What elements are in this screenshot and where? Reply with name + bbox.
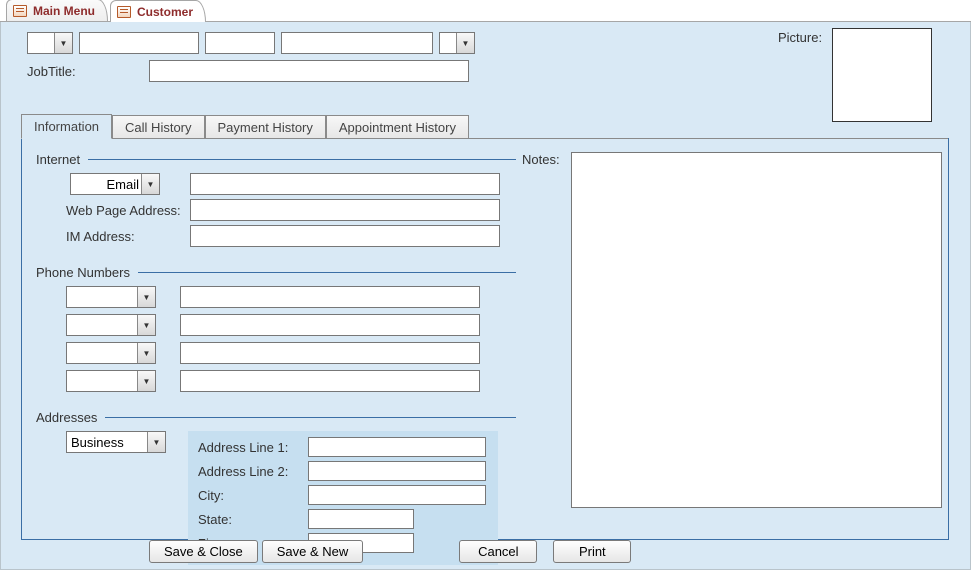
tab-body-information: Internet ▼ Web P [21, 138, 949, 540]
address-type-combo[interactable]: ▼ [66, 431, 166, 453]
email-type-field[interactable] [70, 173, 160, 195]
phone-row-2: ▼ [36, 314, 516, 336]
prefix-combo[interactable]: ▼ [27, 32, 73, 54]
tab-information[interactable]: Information [21, 114, 112, 139]
middle-name-field[interactable] [205, 32, 275, 54]
phone-number-field[interactable] [180, 370, 480, 392]
city-field[interactable] [308, 485, 486, 505]
tab-appointment-history-label: Appointment History [339, 120, 456, 135]
save-new-label: Save & New [277, 544, 349, 559]
customer-tab-control: Information Call History Payment History… [21, 112, 949, 540]
phone-header: Phone Numbers [36, 265, 130, 280]
internet-section: Internet ▼ Web P [36, 152, 516, 247]
save-close-label: Save & Close [164, 544, 243, 559]
address-line2-label: Address Line 2: [198, 464, 308, 479]
tab-payment-history[interactable]: Payment History [205, 115, 326, 139]
form-icon [117, 6, 131, 18]
divider [138, 272, 516, 273]
prefix-field[interactable] [27, 32, 73, 54]
tab-call-history-label: Call History [125, 120, 191, 135]
print-label: Print [579, 544, 606, 559]
notes-field[interactable] [571, 152, 942, 508]
divider [105, 417, 516, 418]
im-address-field[interactable] [190, 225, 500, 247]
suffix-combo[interactable]: ▼ [439, 32, 475, 54]
phone-type-field[interactable] [66, 370, 156, 392]
im-address-label: IM Address: [36, 229, 186, 244]
phone-section: Phone Numbers ▼ ▼ [36, 265, 516, 392]
divider [88, 159, 516, 160]
city-label: City: [198, 488, 308, 503]
phone-row-4: ▼ [36, 370, 516, 392]
tab-call-history[interactable]: Call History [112, 115, 204, 139]
phone-number-field[interactable] [180, 342, 480, 364]
address-line1-field[interactable] [308, 437, 486, 457]
web-page-label: Web Page Address: [36, 203, 186, 218]
name-fields: ▼ ▼ JobTitle: [27, 32, 487, 82]
jobtitle-field[interactable] [149, 60, 469, 82]
tab-customer[interactable]: Customer [110, 0, 206, 22]
phone-type-combo[interactable]: ▼ [66, 342, 156, 364]
tab-customer-label: Customer [137, 2, 193, 22]
cancel-label: Cancel [478, 544, 518, 559]
address-header: Addresses [36, 410, 97, 425]
tab-appointment-history[interactable]: Appointment History [326, 115, 469, 139]
tab-strip: Information Call History Payment History… [21, 112, 949, 138]
phone-type-field[interactable] [66, 314, 156, 336]
form-icon [13, 5, 27, 17]
state-label: State: [198, 512, 308, 527]
right-column: Notes: [522, 152, 942, 508]
phone-number-field[interactable] [180, 286, 480, 308]
notes-label: Notes: [522, 152, 565, 508]
address-line1-label: Address Line 1: [198, 440, 308, 455]
internet-header: Internet [36, 152, 80, 167]
document-tabs: Main Menu Customer [0, 0, 971, 22]
phone-type-field[interactable] [66, 342, 156, 364]
customer-form: ▼ ▼ JobTitle: Picture: Information Call … [0, 22, 971, 570]
left-column: Internet ▼ Web P [36, 152, 516, 565]
save-close-button[interactable]: Save & Close [149, 540, 258, 563]
phone-row-1: ▼ [36, 286, 516, 308]
tab-payment-history-label: Payment History [218, 120, 313, 135]
print-button[interactable]: Print [553, 540, 631, 563]
web-page-field[interactable] [190, 199, 500, 221]
phone-row-3: ▼ [36, 342, 516, 364]
phone-number-field[interactable] [180, 314, 480, 336]
last-name-field[interactable] [281, 32, 433, 54]
address-line2-field[interactable] [308, 461, 486, 481]
phone-type-field[interactable] [66, 286, 156, 308]
email-field[interactable] [190, 173, 500, 195]
picture-label: Picture: [778, 28, 822, 122]
email-type-combo[interactable]: ▼ [70, 173, 160, 195]
first-name-field[interactable] [79, 32, 199, 54]
tab-main-menu-label: Main Menu [33, 1, 95, 21]
phone-type-combo[interactable]: ▼ [66, 314, 156, 336]
picture-block: Picture: [778, 28, 948, 122]
form-footer: Save & Close Save & New Cancel Print [1, 540, 970, 563]
tab-information-label: Information [34, 119, 99, 134]
state-field[interactable] [308, 509, 414, 529]
suffix-field[interactable] [439, 32, 475, 54]
address-type-field[interactable] [66, 431, 166, 453]
phone-type-combo[interactable]: ▼ [66, 286, 156, 308]
cancel-button[interactable]: Cancel [459, 540, 537, 563]
jobtitle-label: JobTitle: [27, 64, 137, 79]
save-new-button[interactable]: Save & New [262, 540, 364, 563]
picture-box[interactable] [832, 28, 932, 122]
phone-type-combo[interactable]: ▼ [66, 370, 156, 392]
tab-main-menu[interactable]: Main Menu [6, 0, 108, 21]
